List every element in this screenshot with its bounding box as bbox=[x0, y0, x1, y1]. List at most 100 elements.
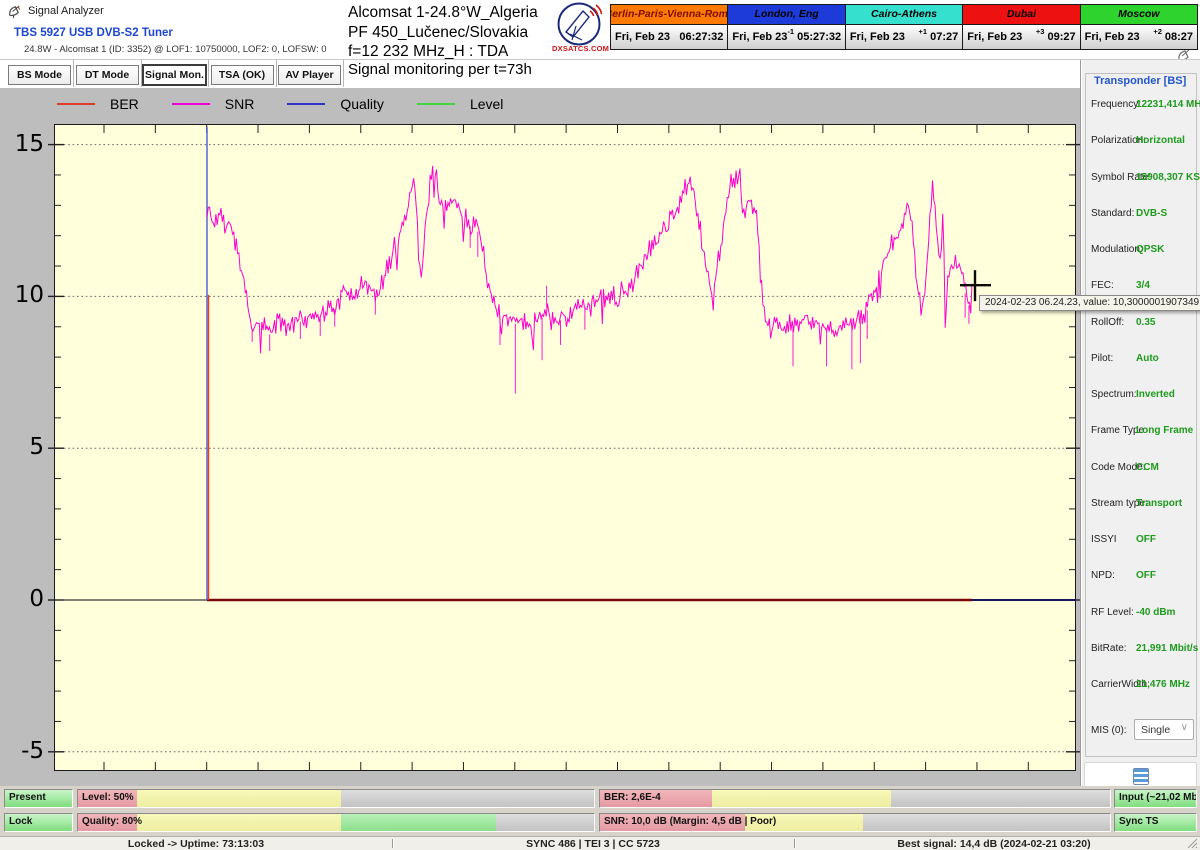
monitoring-caption: Signal monitoring per t=73h bbox=[348, 61, 532, 78]
tp-value-carrierwidth: 21,476 MHz bbox=[1136, 679, 1190, 690]
tp-value-pilot: Auto bbox=[1136, 352, 1159, 364]
clock-date: Fri, Feb 23 bbox=[849, 30, 905, 43]
tab-signal-mon[interactable]: Signal Mon. bbox=[143, 65, 206, 85]
meter-level: Level: 50% bbox=[77, 789, 595, 808]
meter-label: Quality: 80% bbox=[82, 816, 143, 827]
target-site: PF 450_Lučenec/Slovakia bbox=[348, 23, 529, 41]
dxsatcs-logo-text: DXSATCS.COM bbox=[552, 44, 610, 53]
tab-tsa-ok[interactable]: TSA (OK) bbox=[210, 65, 274, 85]
meter-ber: BER: 2,6E-4 bbox=[599, 789, 1111, 808]
tp-value-rf-level: -40 dBm bbox=[1136, 606, 1176, 618]
tp-label-frequency: Frequency: bbox=[1091, 99, 1142, 110]
meter-snr: SNR: 10,0 dB (Margin: 4,5 dB | Poor) bbox=[599, 813, 1111, 832]
dxsatcs-logo: DXSATCS.COM bbox=[552, 2, 610, 58]
clock-time-value: Fri, Feb 23 +3 09:27 bbox=[963, 24, 1080, 49]
tab-separator bbox=[140, 60, 142, 87]
legend-swatch-snr bbox=[171, 103, 210, 105]
status-meters: Present Level: 50% BER: 2,6E-4 Input (~21,0… bbox=[0, 786, 1200, 836]
clock-dubai: Dubai Fri, Feb 23 +3 09:27 bbox=[963, 5, 1081, 49]
meter-segment-yellow bbox=[712, 790, 891, 807]
window-title: Signal Analyzer bbox=[28, 5, 104, 17]
tab-separator bbox=[73, 60, 74, 87]
tuner-name: TBS 5927 USB DVB-S2 Tuner bbox=[14, 27, 173, 39]
transponder-sidebar: Transponder [BS] Frequency: 12231,414 MHz… bbox=[1080, 60, 1200, 791]
tp-label-spectrum: Spectrum: bbox=[1091, 389, 1137, 400]
resize-grip[interactable] bbox=[1186, 837, 1198, 849]
clock-time-text: 06:27:32 bbox=[679, 30, 724, 43]
target-satellite: Alcomsat 1-24.8°W_Algeria bbox=[348, 4, 538, 21]
meter-label: Level: 50% bbox=[82, 792, 134, 803]
status-sync-counters: SYNC 486 | TEI 3 | CC 5723 bbox=[526, 837, 660, 850]
clock-time-value: Fri, Feb 23 -1 05:27:32 bbox=[728, 24, 845, 49]
y-axis-label: 0 bbox=[29, 586, 44, 612]
chart-region: BER SNR Quality Level -5 0 5 10 15 bbox=[0, 88, 1082, 786]
transponder-title: Transponder [BS] bbox=[1091, 75, 1190, 87]
tp-label-rf-level: RF Level: bbox=[1091, 606, 1134, 618]
meter-label: Present bbox=[9, 792, 46, 803]
legend-item-level: Level bbox=[416, 96, 504, 112]
clock-city-label: London, Eng bbox=[728, 5, 845, 25]
tp-value-bitrate: 21,991 Mbit/s bbox=[1136, 642, 1199, 654]
clock-time-text: 07:27 bbox=[930, 30, 959, 43]
dxsatcs-logo-icon bbox=[557, 2, 603, 46]
tp-value-npd: OFF bbox=[1136, 570, 1156, 582]
status-uptime: Locked -> Uptime: 73:13:03 bbox=[127, 837, 265, 850]
legend-label: Quality bbox=[340, 96, 384, 112]
meter-label: Lock bbox=[9, 816, 33, 827]
meter-sync-ts: Sync TS bbox=[1114, 813, 1197, 832]
tp-label-pilot: Pilot: bbox=[1091, 352, 1114, 364]
plot-area[interactable] bbox=[48, 124, 1082, 771]
tp-value-issyi: OFF bbox=[1136, 534, 1156, 545]
tp-label-rolloff: RollOff: bbox=[1091, 316, 1125, 328]
clock-london-eng: London, Eng Fri, Feb 23 -1 05:27:32 bbox=[728, 5, 846, 49]
clock-city-label: Moscow bbox=[1080, 5, 1198, 25]
legend-label: BER bbox=[110, 96, 139, 112]
meter-segment-yellow bbox=[137, 790, 342, 807]
satellite-dish-icon bbox=[9, 4, 21, 18]
cursor-tooltip: 2024-02-23 06.24.23, value: 10,300000190… bbox=[979, 295, 1200, 311]
meter-label: BER: 2,6E-4 bbox=[604, 792, 661, 803]
clock-time-text: 05:27:32 bbox=[797, 30, 842, 43]
mis-select[interactable]: Single ∨ bbox=[1134, 719, 1194, 740]
y-axis-label: 5 bbox=[29, 434, 44, 461]
meter-label: Input (~21,02 Mbps) bbox=[1119, 792, 1197, 803]
clock-utc-offset: -1 bbox=[787, 26, 795, 36]
tp-value-code-mode: CCM bbox=[1136, 461, 1159, 473]
disk-icon bbox=[1132, 768, 1149, 785]
clock-time-value: Fri, Feb 23 06:27:32 bbox=[611, 24, 728, 49]
clock-date: Fri, Feb 23 bbox=[732, 30, 788, 43]
tp-value-frequency: 12231,414 MHz bbox=[1136, 99, 1200, 110]
tab-separator bbox=[275, 60, 277, 87]
y-axis-label: 15 bbox=[14, 130, 44, 157]
tab-dt-mode[interactable]: DT Mode bbox=[75, 65, 139, 85]
header: TBS 5927 USB DVB-S2 Tuner 24.8W - Alcoms… bbox=[0, 2, 1200, 63]
legend-label: Level bbox=[469, 96, 504, 112]
meter-input-21-02-mbps: Input (~21,02 Mbps) bbox=[1114, 789, 1197, 808]
legend-swatch-ber bbox=[57, 103, 95, 105]
clock-cairo-athens: Cairo-Athens Fri, Feb 23 +1 07:27 bbox=[845, 5, 964, 49]
clock-moscow: Moscow Fri, Feb 23 +2 08:27 bbox=[1080, 5, 1198, 49]
tab-av-player[interactable]: AV Player bbox=[278, 65, 341, 85]
tp-value-symbol-rate: 15908,307 KS/s bbox=[1136, 171, 1200, 183]
tp-label-modulation: Modulation: bbox=[1091, 244, 1143, 255]
clock-utc-offset: +2 bbox=[1153, 26, 1162, 36]
clock-city-label: Cairo-Athens bbox=[845, 5, 963, 25]
clock-date: Fri, Feb 23 bbox=[615, 30, 671, 43]
clock-berlin-paris-vienna-roma: Berlin-Paris-Vienna-Roma Fri, Feb 23 06:27… bbox=[611, 5, 729, 49]
clock-time-text: 08:27 bbox=[1164, 30, 1194, 43]
signal-analyzer-window: Signal Analyzer TBS 5927 USB DVB-S2 Tune… bbox=[0, 0, 1200, 850]
clock-date: Fri, Feb 23 bbox=[1084, 30, 1140, 43]
clock-utc-offset: +3 bbox=[1035, 26, 1045, 36]
tp-value-modulation: QPSK bbox=[1136, 244, 1165, 255]
tp-value-frame-type: Long Frame bbox=[1136, 425, 1194, 437]
mis-selected-value: Single bbox=[1141, 723, 1171, 736]
tab-separator bbox=[343, 60, 344, 87]
tab-bs-mode[interactable]: BS Mode bbox=[8, 65, 71, 85]
meter-segment-green bbox=[341, 814, 496, 831]
legend-item-snr: SNR bbox=[171, 96, 254, 112]
tp-label-fec: FEC: bbox=[1091, 280, 1114, 292]
tp-label-bitrate: BitRate: bbox=[1091, 642, 1127, 654]
meter-label: Sync TS bbox=[1119, 816, 1159, 827]
meter-lock: Lock bbox=[4, 813, 73, 832]
chart-legend: BER SNR Quality Level bbox=[57, 96, 536, 112]
